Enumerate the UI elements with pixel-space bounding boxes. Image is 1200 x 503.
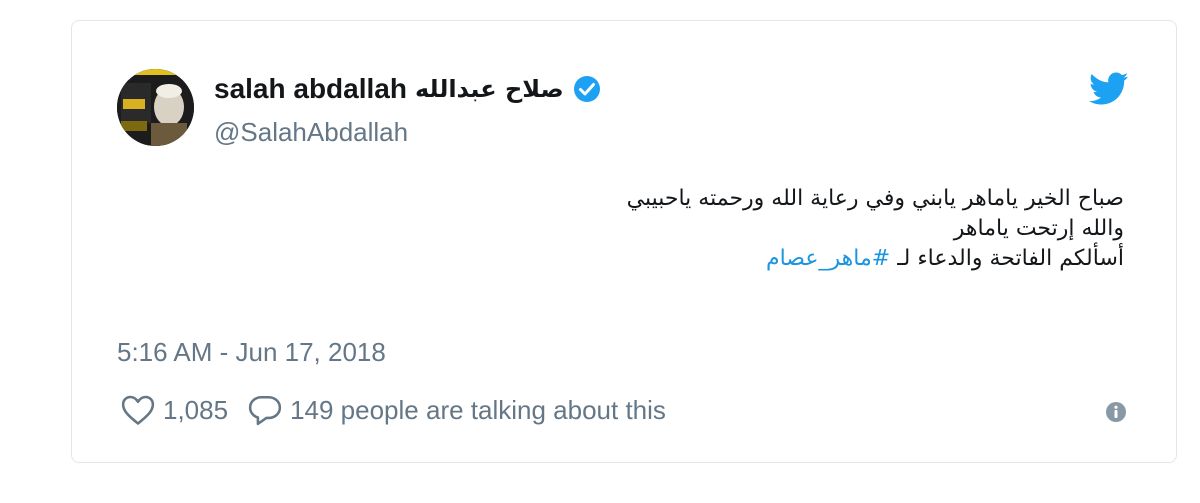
- twitter-bird-icon[interactable]: [1089, 72, 1129, 106]
- talking-text: 149 people are talking about this: [290, 394, 666, 425]
- display-name-english[interactable]: salah abdallah: [214, 73, 407, 105]
- hashtag-link[interactable]: #ماهر_عصام: [766, 246, 890, 271]
- tweet-actions: 1,085 149 people are talking about this: [121, 394, 666, 426]
- tweet-text-line: والله إرتحت ياماهر: [953, 216, 1124, 241]
- author-name[interactable]: salah abdallah صلاح عبدالله: [214, 73, 602, 105]
- verified-badge-icon: [573, 76, 600, 102]
- tweet-text-line: صباح الخير ياماهر يابني وفي رعاية الله و…: [626, 186, 1124, 211]
- speech-bubble-icon: [248, 395, 282, 426]
- talking-link[interactable]: 149 people are talking about this: [248, 394, 666, 426]
- tweet-timestamp[interactable]: 5:16 AM - Jun 17, 2018: [117, 337, 386, 368]
- tweet-text-line: أسألكم الفاتحة والدعاء لـ #ماهر_عصام: [404, 244, 1124, 274]
- avatar[interactable]: [117, 69, 194, 146]
- tweet-text-prefix: أسألكم الفاتحة والدعاء لـ: [897, 246, 1124, 271]
- tweet-text: صباح الخير ياماهر يابني وفي رعاية الله و…: [404, 184, 1124, 274]
- info-icon[interactable]: [1105, 401, 1127, 423]
- embedded-tweet-card: salah abdallah صلاح عبدالله @SalahAbdall…: [71, 20, 1177, 463]
- avatar-image: [117, 69, 194, 146]
- like-count: 1,085: [163, 394, 229, 425]
- heart-icon: [121, 395, 155, 425]
- like-button[interactable]: 1,085: [121, 394, 228, 426]
- author-handle[interactable]: @SalahAbdallah: [214, 117, 408, 148]
- display-name-arabic[interactable]: صلاح عبدالله: [415, 75, 564, 103]
